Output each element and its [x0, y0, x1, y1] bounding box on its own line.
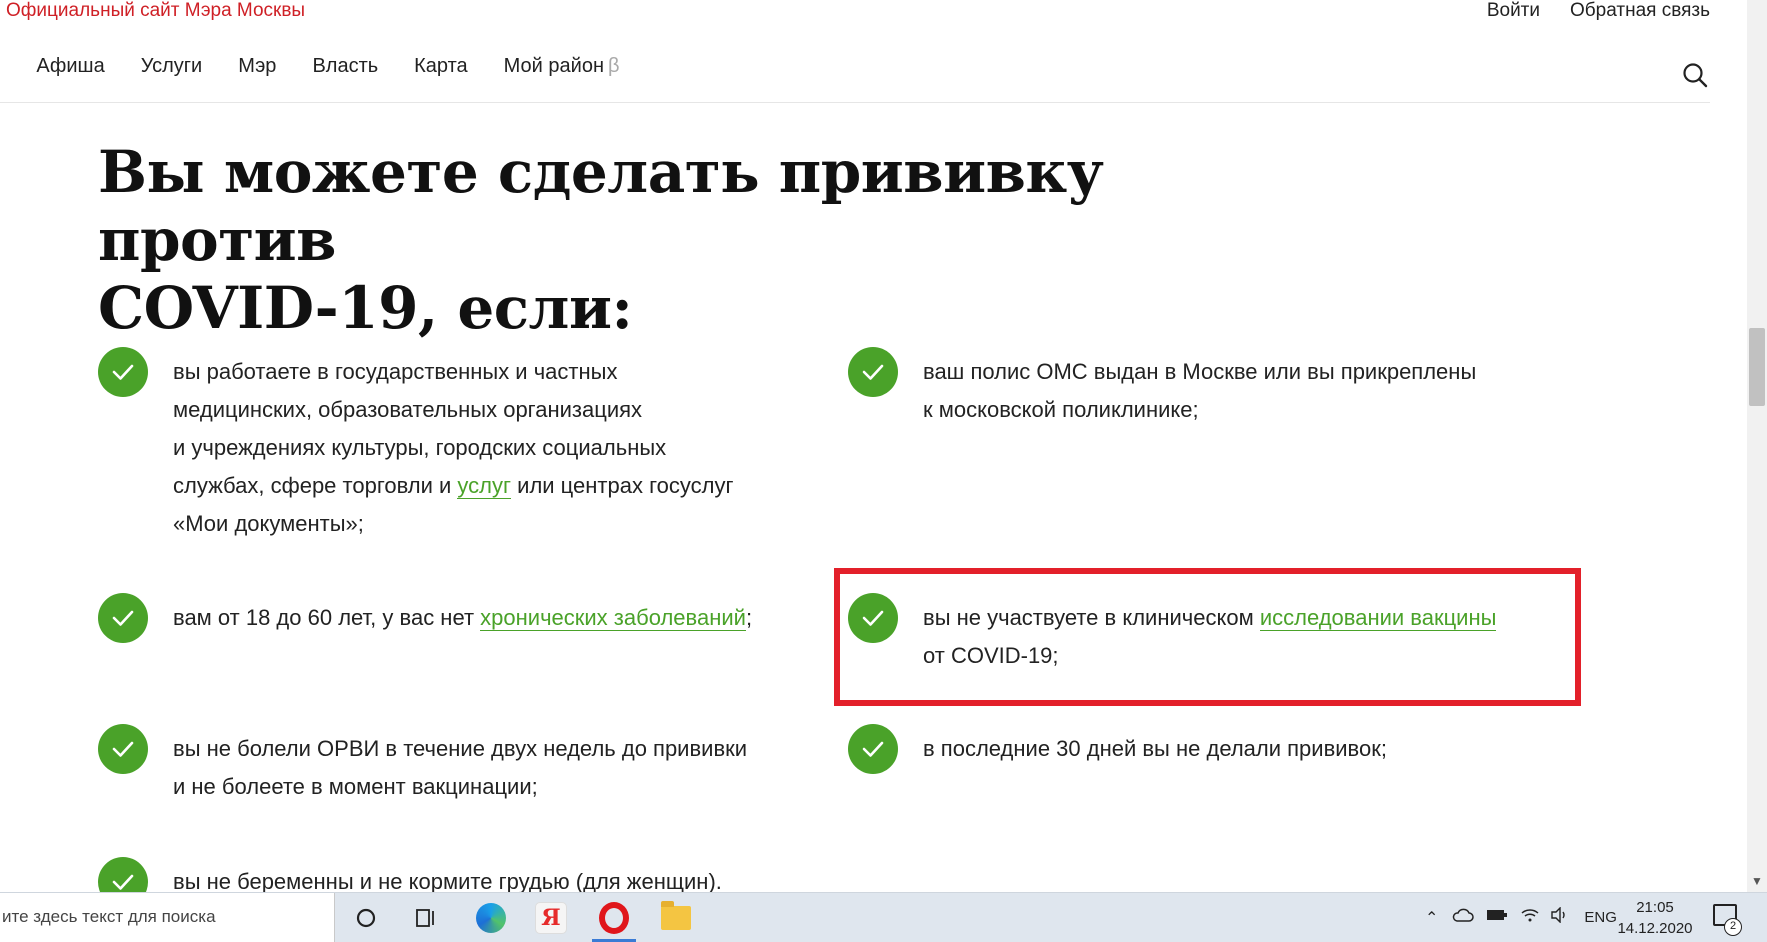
- condition-item: вы работаете в государственных и частных…: [98, 353, 818, 543]
- volume-icon-glyph: [1550, 907, 1570, 923]
- condition-line-part: или центрах госуслуг: [511, 473, 733, 498]
- condition-line: вы работаете в государственных и частных: [173, 353, 733, 391]
- edge-taskbar-button[interactable]: [465, 893, 517, 942]
- condition-line: и учреждениях культуры, городских социал…: [173, 429, 733, 467]
- cortana-circle-icon: [355, 907, 377, 929]
- condition-line-part: вам от 18 до 60 лет, у вас нет: [173, 605, 480, 630]
- main-nav: ти Афиша Услуги Мэр Власть Карта Мой рай…: [0, 55, 656, 78]
- folder-icon: [661, 906, 691, 930]
- nav-item-my-district-label: Мой район: [504, 55, 604, 77]
- volume-icon[interactable]: [1550, 907, 1570, 928]
- task-view-icon: [414, 907, 438, 929]
- condition-text: вы работаете в государственных и частных…: [173, 353, 733, 543]
- condition-line-part: службах, сфере торговли и: [173, 473, 457, 498]
- explorer-taskbar-button[interactable]: [650, 893, 702, 942]
- condition-line: ваш полис ОМС выдан в Москве или вы прик…: [923, 353, 1476, 391]
- condition-item: вам от 18 до 60 лет, у вас нет хроническ…: [98, 599, 818, 643]
- page-title-line-1: Вы можете сделать прививку против: [98, 138, 1248, 274]
- services-link[interactable]: услуг: [457, 473, 511, 499]
- condition-line: «Мои документы»;: [173, 505, 733, 543]
- feedback-link[interactable]: Обратная связь: [1570, 0, 1710, 22]
- wifi-icon-glyph: [1520, 907, 1540, 923]
- clock-time: 21:05: [1615, 897, 1695, 918]
- nav-item-afisha[interactable]: Афиша: [36, 55, 104, 78]
- condition-line: в последние 30 дней вы не делали прививо…: [923, 730, 1387, 768]
- clock-date: 14.12.2020: [1615, 918, 1695, 939]
- browser-page: Официальный сайт Мэра Москвы Войти Обрат…: [0, 0, 1767, 941]
- check-icon: [98, 593, 148, 643]
- taskbar-search-placeholder: ите здесь текст для поиска: [2, 907, 216, 927]
- chevron-up-icon[interactable]: ⌃: [1425, 908, 1438, 928]
- cloud-icon-glyph: [1452, 908, 1474, 922]
- condition-text: вы не болели ОРВИ в течение двух недель …: [173, 730, 747, 806]
- condition-text: вам от 18 до 60 лет, у вас нет хроническ…: [173, 599, 752, 637]
- condition-line: службах, сфере торговли и услуг или цент…: [173, 467, 733, 505]
- taskbar: ите здесь текст для поиска Я ⌃: [0, 892, 1767, 942]
- task-view-button[interactable]: [400, 893, 452, 942]
- nav-item-government[interactable]: Власть: [312, 55, 378, 78]
- notification-count-badge: 2: [1724, 918, 1742, 936]
- yandex-taskbar-button[interactable]: Я: [525, 893, 577, 942]
- system-tray: ⌃ ENG: [1425, 893, 1617, 942]
- taskbar-search-input[interactable]: ите здесь текст для поиска: [0, 893, 335, 942]
- chronic-diseases-link[interactable]: хронических заболеваний: [480, 605, 746, 631]
- wifi-icon[interactable]: [1520, 907, 1540, 928]
- cortana-button[interactable]: [340, 893, 392, 942]
- opera-icon: [599, 902, 629, 934]
- language-indicator[interactable]: ENG: [1584, 909, 1617, 926]
- cloud-icon[interactable]: [1452, 908, 1474, 927]
- page-title-line-2: COVID-19, если:: [98, 274, 1248, 342]
- highlight-box: [834, 568, 1581, 706]
- system-clock[interactable]: 21:05 14.12.2020: [1615, 897, 1695, 939]
- yandex-icon: Я: [535, 902, 567, 934]
- beta-badge: β: [608, 55, 620, 77]
- condition-item: в последние 30 дней вы не делали прививо…: [848, 730, 1548, 774]
- condition-line-part: ;: [746, 605, 752, 630]
- nav-item-mayor[interactable]: Мэр: [238, 55, 276, 78]
- condition-text: ваш полис ОМС выдан в Москве или вы прик…: [923, 353, 1476, 429]
- condition-line: к московской поликлинике;: [923, 391, 1476, 429]
- nav-item-map[interactable]: Карта: [414, 55, 468, 78]
- scrollbar-thumb[interactable]: [1749, 328, 1765, 406]
- condition-text: в последние 30 дней вы не делали прививо…: [923, 730, 1387, 768]
- nav-item-services[interactable]: Услуги: [141, 55, 203, 78]
- battery-icon-glyph: [1486, 908, 1508, 922]
- condition-item: вы не болели ОРВИ в течение двух недель …: [98, 730, 818, 806]
- check-icon: [98, 347, 148, 397]
- page-title: Вы можете сделать прививку против COVID-…: [98, 138, 1248, 342]
- top-links: Войти Обратная связь: [1487, 0, 1710, 22]
- edge-icon: [476, 903, 506, 933]
- condition-line: вы не болели ОРВИ в течение двух недель …: [173, 730, 747, 768]
- condition-line: медицинских, образовательных организация…: [173, 391, 733, 429]
- condition-line: и не болеете в момент вакцинации;: [173, 768, 747, 806]
- battery-icon[interactable]: [1486, 908, 1508, 927]
- opera-taskbar-button[interactable]: [588, 893, 640, 942]
- scrollbar-track[interactable]: [1747, 0, 1767, 892]
- nav-divider: [0, 102, 1710, 103]
- nav-item-my-district[interactable]: Мой районβ: [504, 55, 620, 78]
- login-link[interactable]: Войти: [1487, 0, 1540, 22]
- site-name-link[interactable]: Официальный сайт Мэра Москвы: [6, 0, 305, 22]
- check-icon: [848, 347, 898, 397]
- check-icon: [98, 724, 148, 774]
- check-icon: [848, 724, 898, 774]
- scroll-down-arrow-icon[interactable]: ▼: [1751, 874, 1763, 888]
- search-icon[interactable]: [1682, 62, 1708, 88]
- condition-item: ваш полис ОМС выдан в Москве или вы прик…: [848, 353, 1548, 429]
